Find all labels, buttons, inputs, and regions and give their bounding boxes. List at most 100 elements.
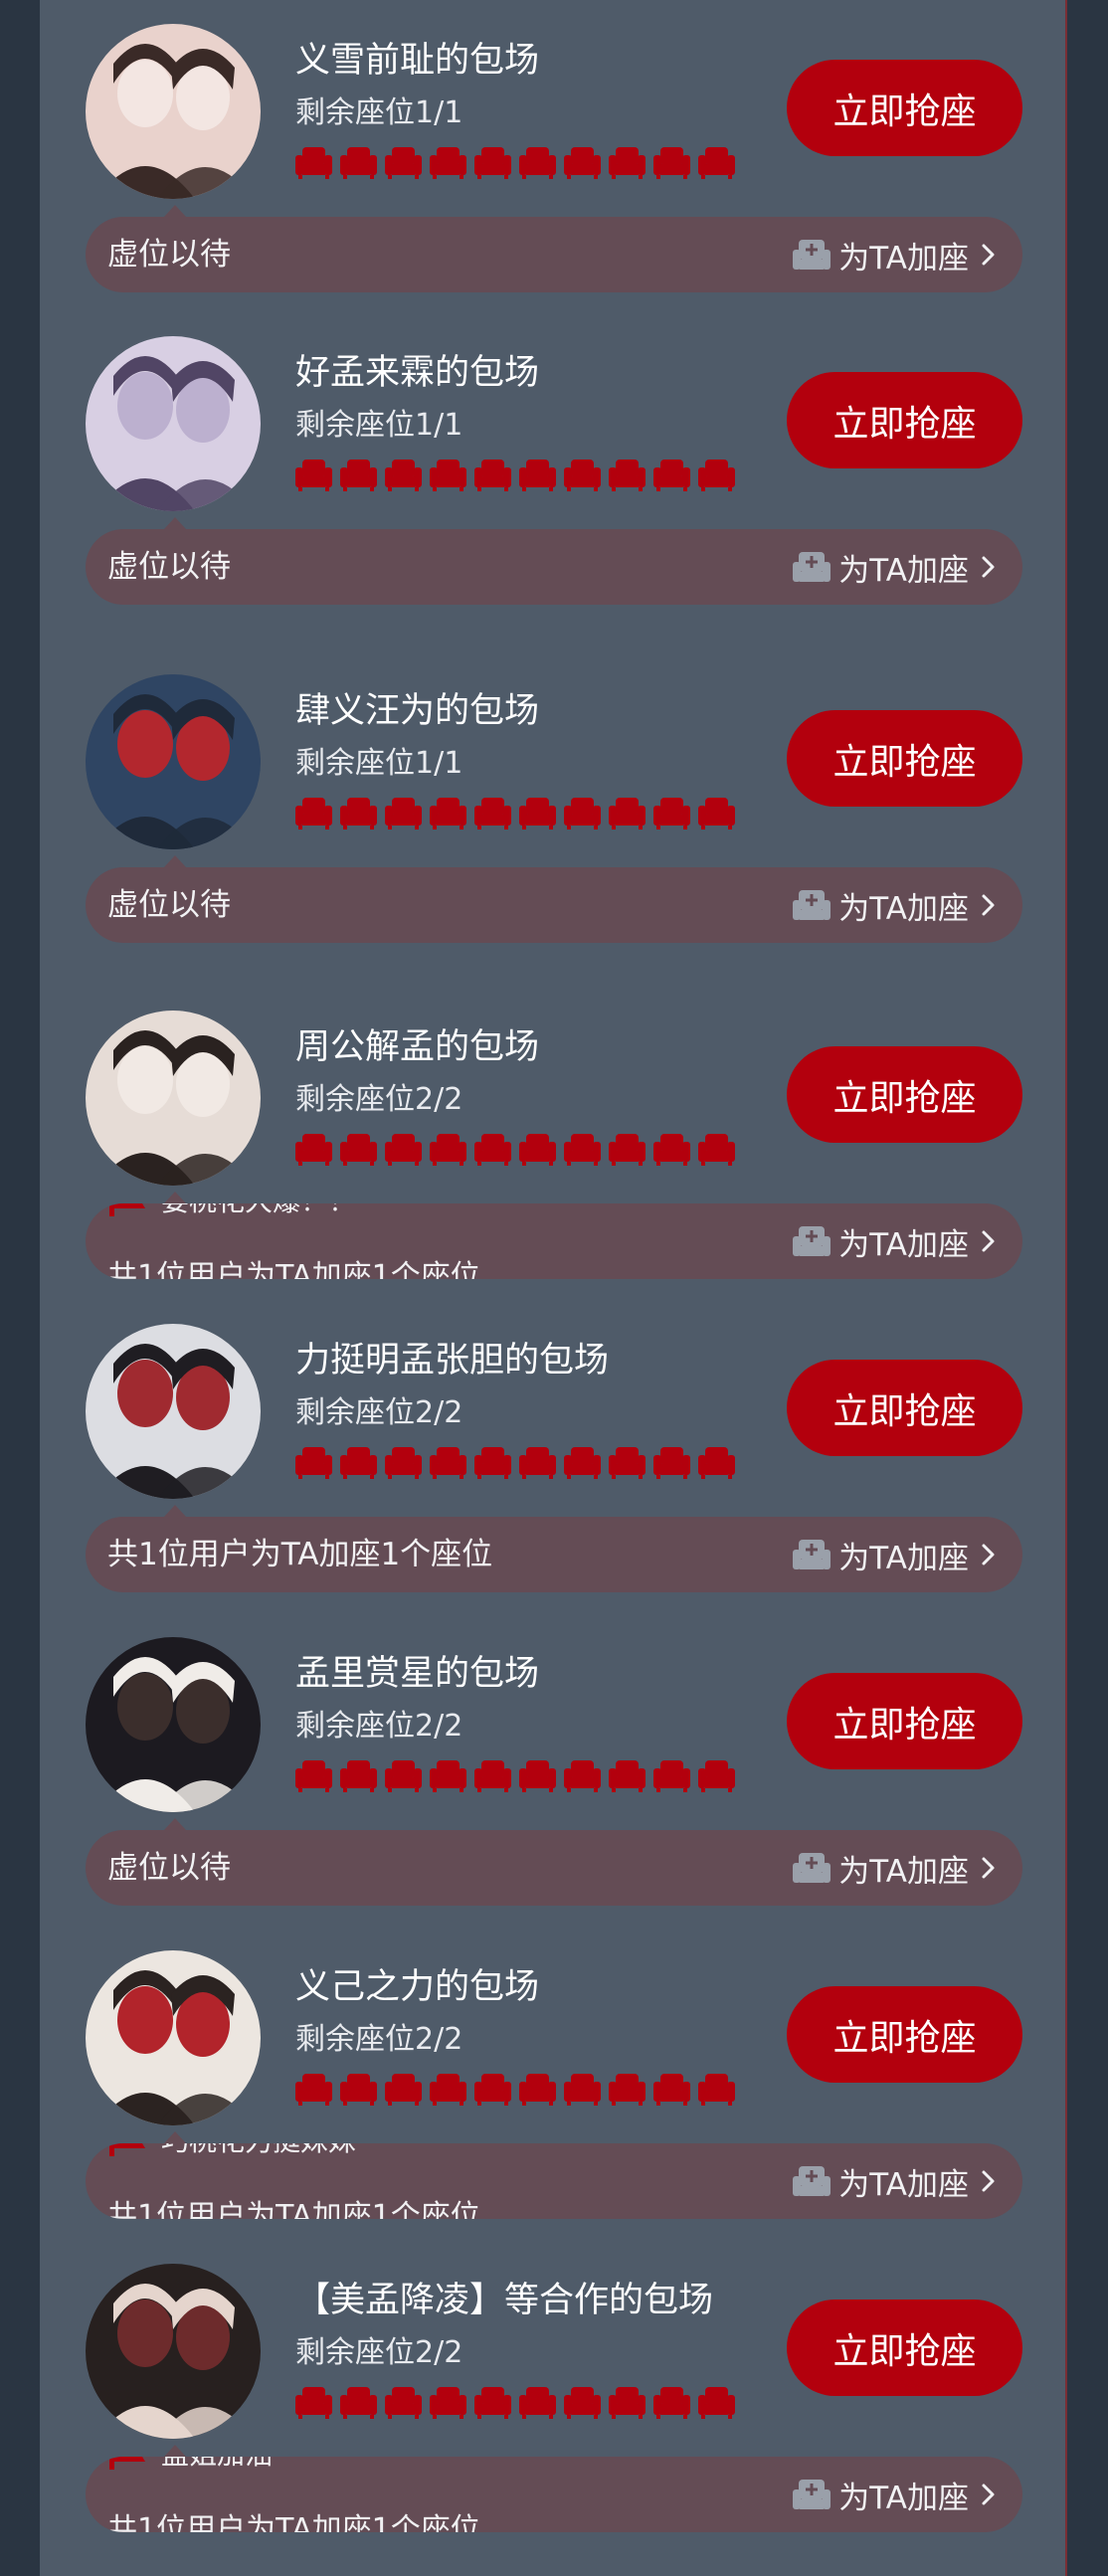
remaining-seats: 剩余座位1/1 bbox=[295, 746, 463, 781]
package-card: 义雪前耻的包场剩余座位1/1 立即抢座虚位以待 为TA加座 bbox=[40, 0, 1067, 294]
grab-seat-button[interactable]: 立即抢座 bbox=[787, 1360, 1022, 1456]
avatar[interactable] bbox=[86, 1011, 261, 1186]
armchair-icon bbox=[385, 2385, 422, 2421]
avatar[interactable] bbox=[86, 1950, 261, 2125]
armchair-icon bbox=[564, 1445, 601, 1481]
armchair-icon bbox=[430, 2072, 466, 2108]
remaining-seats: 剩余座位2/2 bbox=[295, 2335, 463, 2370]
add-seat-button[interactable]: 为TA加座 bbox=[793, 1517, 997, 1592]
armchair-icon bbox=[295, 145, 332, 181]
armchair-icon bbox=[653, 1132, 690, 1168]
bubble-pointer bbox=[164, 517, 186, 529]
grab-seat-button[interactable]: 立即抢座 bbox=[787, 2300, 1022, 2396]
grab-seat-button[interactable]: 立即抢座 bbox=[787, 1046, 1022, 1143]
add-seat-label: 为TA加座 bbox=[838, 1853, 969, 1890]
armchair-icon bbox=[698, 1758, 735, 1794]
seat-icons bbox=[295, 1132, 735, 1168]
armchair-icon bbox=[609, 1132, 646, 1168]
scrolling-message: 孟姐加油 bbox=[107, 2457, 273, 2475]
armchair-icon bbox=[519, 1758, 556, 1794]
armchair-icon bbox=[385, 458, 422, 493]
armchair-icon bbox=[698, 2072, 735, 2108]
armchair-icon bbox=[474, 458, 511, 493]
add-seat-button[interactable]: 为TA加座 bbox=[793, 1203, 997, 1279]
seat-icons bbox=[295, 2072, 735, 2108]
armchair-icon bbox=[385, 1758, 422, 1794]
remaining-seats: 剩余座位1/1 bbox=[295, 95, 463, 130]
add-seat-button[interactable]: 为TA加座 bbox=[793, 2457, 997, 2532]
message-bar: 虚位以待 为TA加座 bbox=[86, 217, 1022, 292]
package-card: 孟里赏星的包场 剩余座位2/2 立即抢座 虚位以待 为TA加座 bbox=[40, 1609, 1067, 1908]
package-card: 力挺明孟张胆的包场 剩余座位2/2 立即抢座 共1位用户为TA加座1个座位 为TA加座 bbox=[40, 1296, 1067, 1594]
armchair-icon bbox=[340, 1132, 377, 1168]
armchair-icon bbox=[430, 1132, 466, 1168]
remaining-seats: 剩余座位2/2 bbox=[295, 2022, 463, 2057]
avatar[interactable] bbox=[86, 1637, 261, 1812]
bar-text: 虚位以待 bbox=[107, 887, 231, 923]
armchair-icon bbox=[698, 2385, 735, 2421]
avatar[interactable] bbox=[86, 336, 261, 511]
add-seat-button[interactable]: 为TA加座 bbox=[793, 867, 997, 943]
remaining-seats: 剩余座位2/2 bbox=[295, 1709, 463, 1744]
add-seat-label: 为TA加座 bbox=[838, 890, 969, 927]
armchair-icon bbox=[564, 1132, 601, 1168]
bubble-pointer bbox=[164, 855, 186, 867]
package-name: 肆义汪为的包场 bbox=[295, 691, 540, 731]
add-seat-label: 为TA加座 bbox=[838, 2166, 969, 2203]
armchair-icon bbox=[698, 1132, 735, 1168]
seat-icons bbox=[295, 2385, 735, 2421]
grab-seat-button[interactable]: 立即抢座 bbox=[787, 1673, 1022, 1769]
armchair-icon bbox=[609, 2385, 646, 2421]
armchair-icon bbox=[519, 2072, 556, 2108]
remaining-seats: 剩余座位1/1 bbox=[295, 408, 463, 443]
chevron-right-icon bbox=[977, 1229, 997, 1253]
armchair-icon bbox=[430, 796, 466, 831]
add-seat-button[interactable]: 为TA加座 bbox=[793, 217, 997, 292]
armchair-icon bbox=[295, 1445, 332, 1481]
message-bar: 巧桃花力挺妹妹共1位用户为TA加座1个座位 为TA加座 bbox=[86, 2143, 1022, 2219]
armchair-icon bbox=[385, 2072, 422, 2108]
armchair-icon bbox=[340, 1758, 377, 1794]
add-seat-label: 为TA加座 bbox=[838, 2480, 969, 2516]
add-seat-label: 为TA加座 bbox=[838, 552, 969, 589]
sofa-plus-icon bbox=[793, 2478, 831, 2511]
bar-text: 共1位用户为TA加座1个座位 bbox=[107, 1537, 493, 1572]
grab-seat-button[interactable]: 立即抢座 bbox=[787, 710, 1022, 807]
add-seat-button[interactable]: 为TA加座 bbox=[793, 2143, 997, 2219]
package-name: 义雪前耻的包场 bbox=[295, 41, 540, 81]
armchair-icon bbox=[519, 2385, 556, 2421]
grab-seat-button[interactable]: 立即抢座 bbox=[787, 1986, 1022, 2083]
bubble-pointer bbox=[164, 1505, 186, 1517]
armchair-icon bbox=[519, 1445, 556, 1481]
armchair-icon bbox=[698, 458, 735, 493]
armchair-icon bbox=[430, 2385, 466, 2421]
grab-seat-button[interactable]: 立即抢座 bbox=[787, 372, 1022, 468]
armchair-icon bbox=[653, 1445, 690, 1481]
avatar[interactable] bbox=[86, 2264, 261, 2439]
seat-count-text: 共1位用户为TA加座1个座位 bbox=[107, 2199, 480, 2219]
flag-icon bbox=[107, 1203, 147, 1216]
avatar[interactable] bbox=[86, 24, 261, 199]
package-name: 周公解孟的包场 bbox=[295, 1027, 540, 1067]
package-name: 力挺明孟张胆的包场 bbox=[295, 1341, 610, 1380]
armchair-icon bbox=[340, 458, 377, 493]
armchair-icon bbox=[564, 796, 601, 831]
avatar[interactable] bbox=[86, 674, 261, 849]
armchair-icon bbox=[295, 2385, 332, 2421]
grab-seat-button[interactable]: 立即抢座 bbox=[787, 60, 1022, 156]
armchair-icon bbox=[340, 1445, 377, 1481]
armchair-icon bbox=[698, 145, 735, 181]
armchair-icon bbox=[474, 1445, 511, 1481]
seat-icons bbox=[295, 796, 735, 831]
sofa-plus-icon bbox=[793, 550, 831, 584]
armchair-icon bbox=[385, 796, 422, 831]
package-name: 好孟来霖的包场 bbox=[295, 353, 540, 393]
add-seat-button[interactable]: 为TA加座 bbox=[793, 1830, 997, 1906]
avatar[interactable] bbox=[86, 1324, 261, 1499]
armchair-icon bbox=[474, 2385, 511, 2421]
armchair-icon bbox=[385, 145, 422, 181]
armchair-icon bbox=[519, 458, 556, 493]
add-seat-button[interactable]: 为TA加座 bbox=[793, 529, 997, 605]
scrolling-message: 巧桃花力挺妹妹 bbox=[107, 2143, 356, 2161]
remaining-seats: 剩余座位2/2 bbox=[295, 1082, 463, 1117]
